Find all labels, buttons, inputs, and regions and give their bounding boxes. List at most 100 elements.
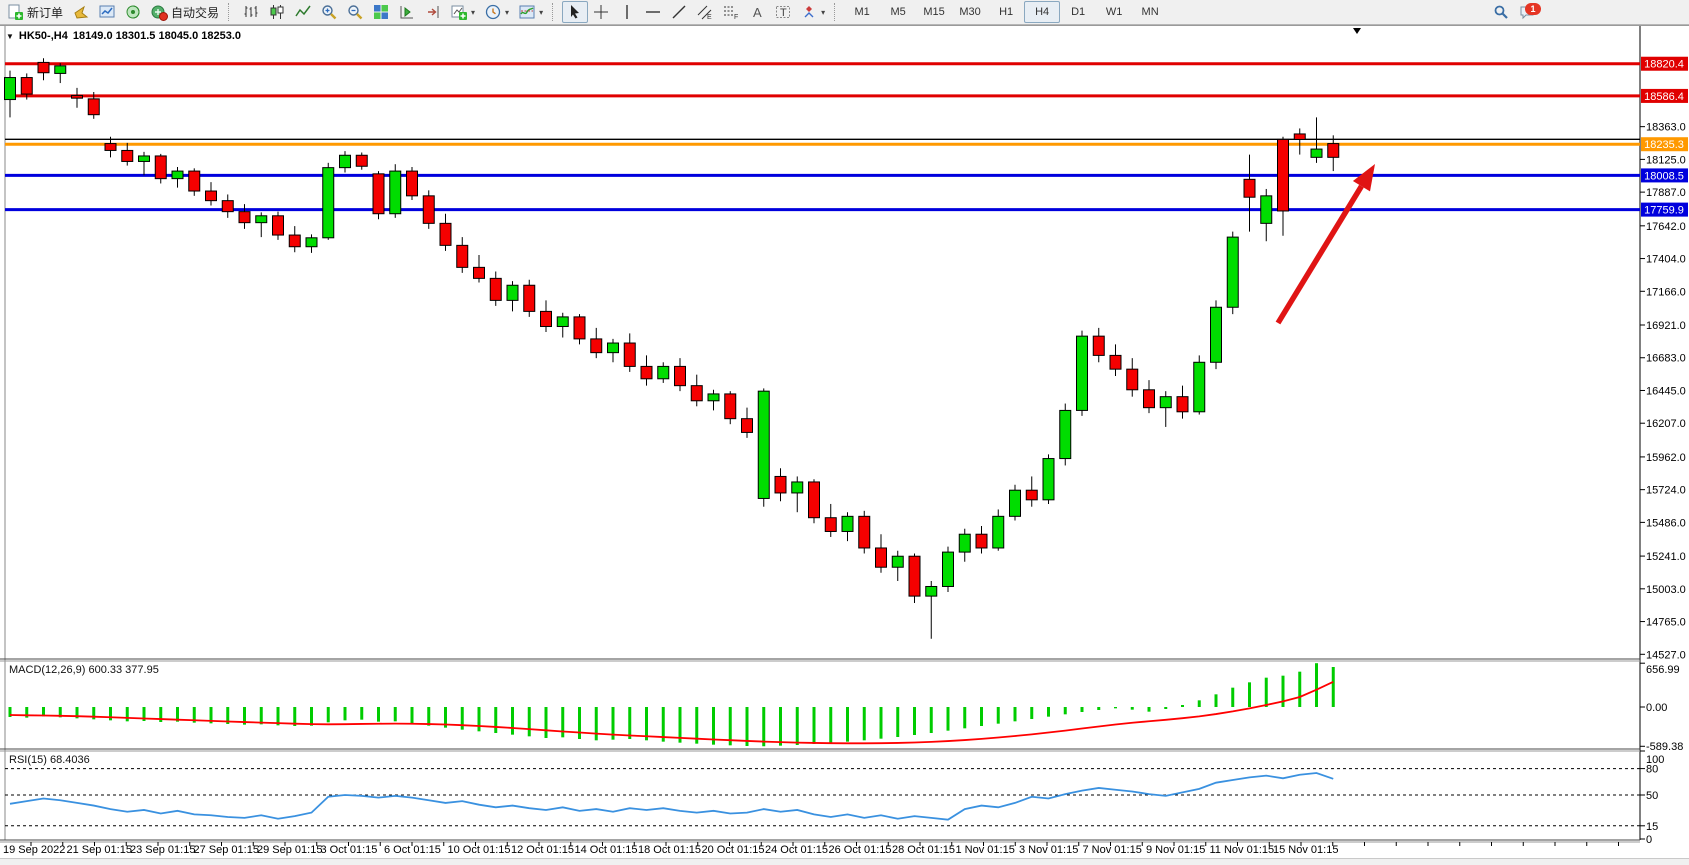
rsi-axis-label: 0 [1646, 834, 1652, 846]
fibonacci-button[interactable]: F [718, 1, 744, 23]
trendline-button[interactable] [666, 1, 692, 23]
crosshair-button[interactable] [588, 1, 614, 23]
candle [842, 516, 853, 531]
candle [407, 171, 418, 196]
period-clock-button[interactable]: ▾ [480, 1, 514, 23]
price-axis-label: 15241.0 [1646, 551, 1686, 563]
dropdown-caret-icon[interactable]: ▾ [505, 8, 509, 17]
price-axis-label: 17887.0 [1646, 187, 1686, 199]
candle [222, 201, 233, 212]
price-badge-label: 18586.4 [1644, 91, 1684, 103]
auto-trading-button-label: 自动交易 [171, 4, 219, 21]
candle [273, 216, 284, 235]
chart-collapse-icon[interactable]: ▼ [6, 32, 14, 41]
candle [423, 196, 434, 224]
zoom-in-button[interactable] [316, 1, 342, 23]
hline-icon [645, 4, 661, 20]
candle [1328, 144, 1339, 158]
candles-icon [269, 4, 285, 20]
equidistant-channel-button[interactable]: E [692, 1, 718, 23]
candle [909, 556, 920, 596]
candle [1211, 307, 1222, 362]
toolbar-timeframe-group: M1M5M15M30H1H4D1W1MN [842, 0, 1170, 24]
timeframe-button-w1[interactable]: W1 [1096, 1, 1132, 23]
time-axis-label: 3 Oct 01:15 [321, 844, 378, 856]
indicators-button[interactable]: ▾ [514, 1, 548, 23]
timeframe-button-h1[interactable]: H1 [988, 1, 1024, 23]
new-order-button[interactable]: 新订单 [2, 1, 68, 23]
search-button[interactable] [1488, 1, 1514, 23]
dropdown-caret-icon[interactable]: ▾ [821, 8, 825, 17]
vertical-line-button[interactable] [614, 1, 640, 23]
horizontal-line-button[interactable] [640, 1, 666, 23]
crosshair-icon [593, 4, 609, 20]
price-axis-label: 15724.0 [1646, 485, 1686, 497]
clock-icon [485, 4, 501, 20]
timeframe-button-m5[interactable]: M5 [880, 1, 916, 23]
chart-window: ▼ HK50-,H4 18149.0 18301.5 18045.0 18253… [0, 25, 1689, 859]
arrows-button[interactable]: ▾ [796, 1, 830, 23]
candle [825, 518, 836, 532]
auto-trading-button[interactable]: 自动交易 [146, 1, 224, 23]
candle [72, 95, 83, 98]
shift-icon [399, 4, 415, 20]
candle [5, 78, 16, 100]
candle [1060, 410, 1071, 458]
time-axis-label: 29 Sep 01:15 [257, 844, 322, 856]
signals-button[interactable] [120, 1, 146, 23]
chart-shift-button[interactable] [394, 1, 420, 23]
dropdown-caret-icon[interactable]: ▾ [471, 8, 475, 17]
chart-background [0, 26, 1689, 859]
candle [742, 419, 753, 433]
green-globe-icon [125, 4, 141, 20]
candle [323, 168, 334, 238]
zoom-out-button[interactable] [342, 1, 368, 23]
chart-canvas: 18363.018125.017887.017642.017404.017166… [0, 26, 1689, 859]
timeframe-button-m30[interactable]: M30 [952, 1, 988, 23]
text-label-button[interactable]: T [770, 1, 796, 23]
price-axis-label: 16921.0 [1646, 320, 1686, 332]
price-axis-label: 17404.0 [1646, 254, 1686, 266]
timeframe-button-mn[interactable]: MN [1132, 1, 1168, 23]
line-chart-button[interactable] [290, 1, 316, 23]
candle [490, 278, 501, 300]
candle [373, 174, 384, 214]
svg-text:T: T [780, 7, 787, 19]
chart-title: ▼ HK50-,H4 18149.0 18301.5 18045.0 18253… [6, 30, 241, 42]
market-button[interactable] [94, 1, 120, 23]
trade-watch-button[interactable] [68, 1, 94, 23]
timeframe-button-h4[interactable]: H4 [1024, 1, 1060, 23]
timeframe-button-m1[interactable]: M1 [844, 1, 880, 23]
cursor-button[interactable] [562, 1, 588, 23]
new-chart-button[interactable]: ▾ [446, 1, 480, 23]
timeframe-button-m15[interactable]: M15 [916, 1, 952, 23]
notifications-button[interactable]: 1 [1514, 1, 1542, 23]
toolbar-draw-group: E FAT ▾ [560, 0, 832, 24]
time-axis-label: 1 Nov 01:15 [956, 844, 1015, 856]
candle [390, 171, 401, 214]
doc-plus-icon [7, 4, 24, 21]
time-axis-label: 21 Sep 01:15 [67, 844, 132, 856]
candle [1261, 196, 1272, 224]
candle [155, 156, 166, 179]
timeframe-button-d1[interactable]: D1 [1060, 1, 1096, 23]
candle [21, 78, 32, 95]
candle [189, 171, 200, 191]
toolbar-right-group: 1 [1488, 0, 1542, 24]
candle [1010, 490, 1021, 516]
candle [172, 171, 183, 179]
macd-axis-label: 0.00 [1646, 702, 1667, 714]
candle [1127, 369, 1138, 390]
dropdown-caret-icon[interactable]: ▾ [539, 8, 543, 17]
svg-text:F: F [734, 14, 738, 20]
candlestick-chart-button[interactable] [264, 1, 290, 23]
toolbar-trade-group: 新订单 自动交易 [0, 0, 226, 24]
candle [340, 155, 351, 167]
auto-scroll-button[interactable] [420, 1, 446, 23]
tile-windows-button[interactable] [368, 1, 394, 23]
price-axis-label: 17642.0 [1646, 221, 1686, 233]
bar-chart-button[interactable] [238, 1, 264, 23]
text-button[interactable]: A [744, 1, 770, 23]
rsi-axis-label: 80 [1646, 764, 1658, 776]
main-toolbar: 新订单 自动交易 ▾ ▾ ▾ E FAT ▾ M1M5M15M30H1H4D1W1MN 1 [0, 0, 1689, 25]
